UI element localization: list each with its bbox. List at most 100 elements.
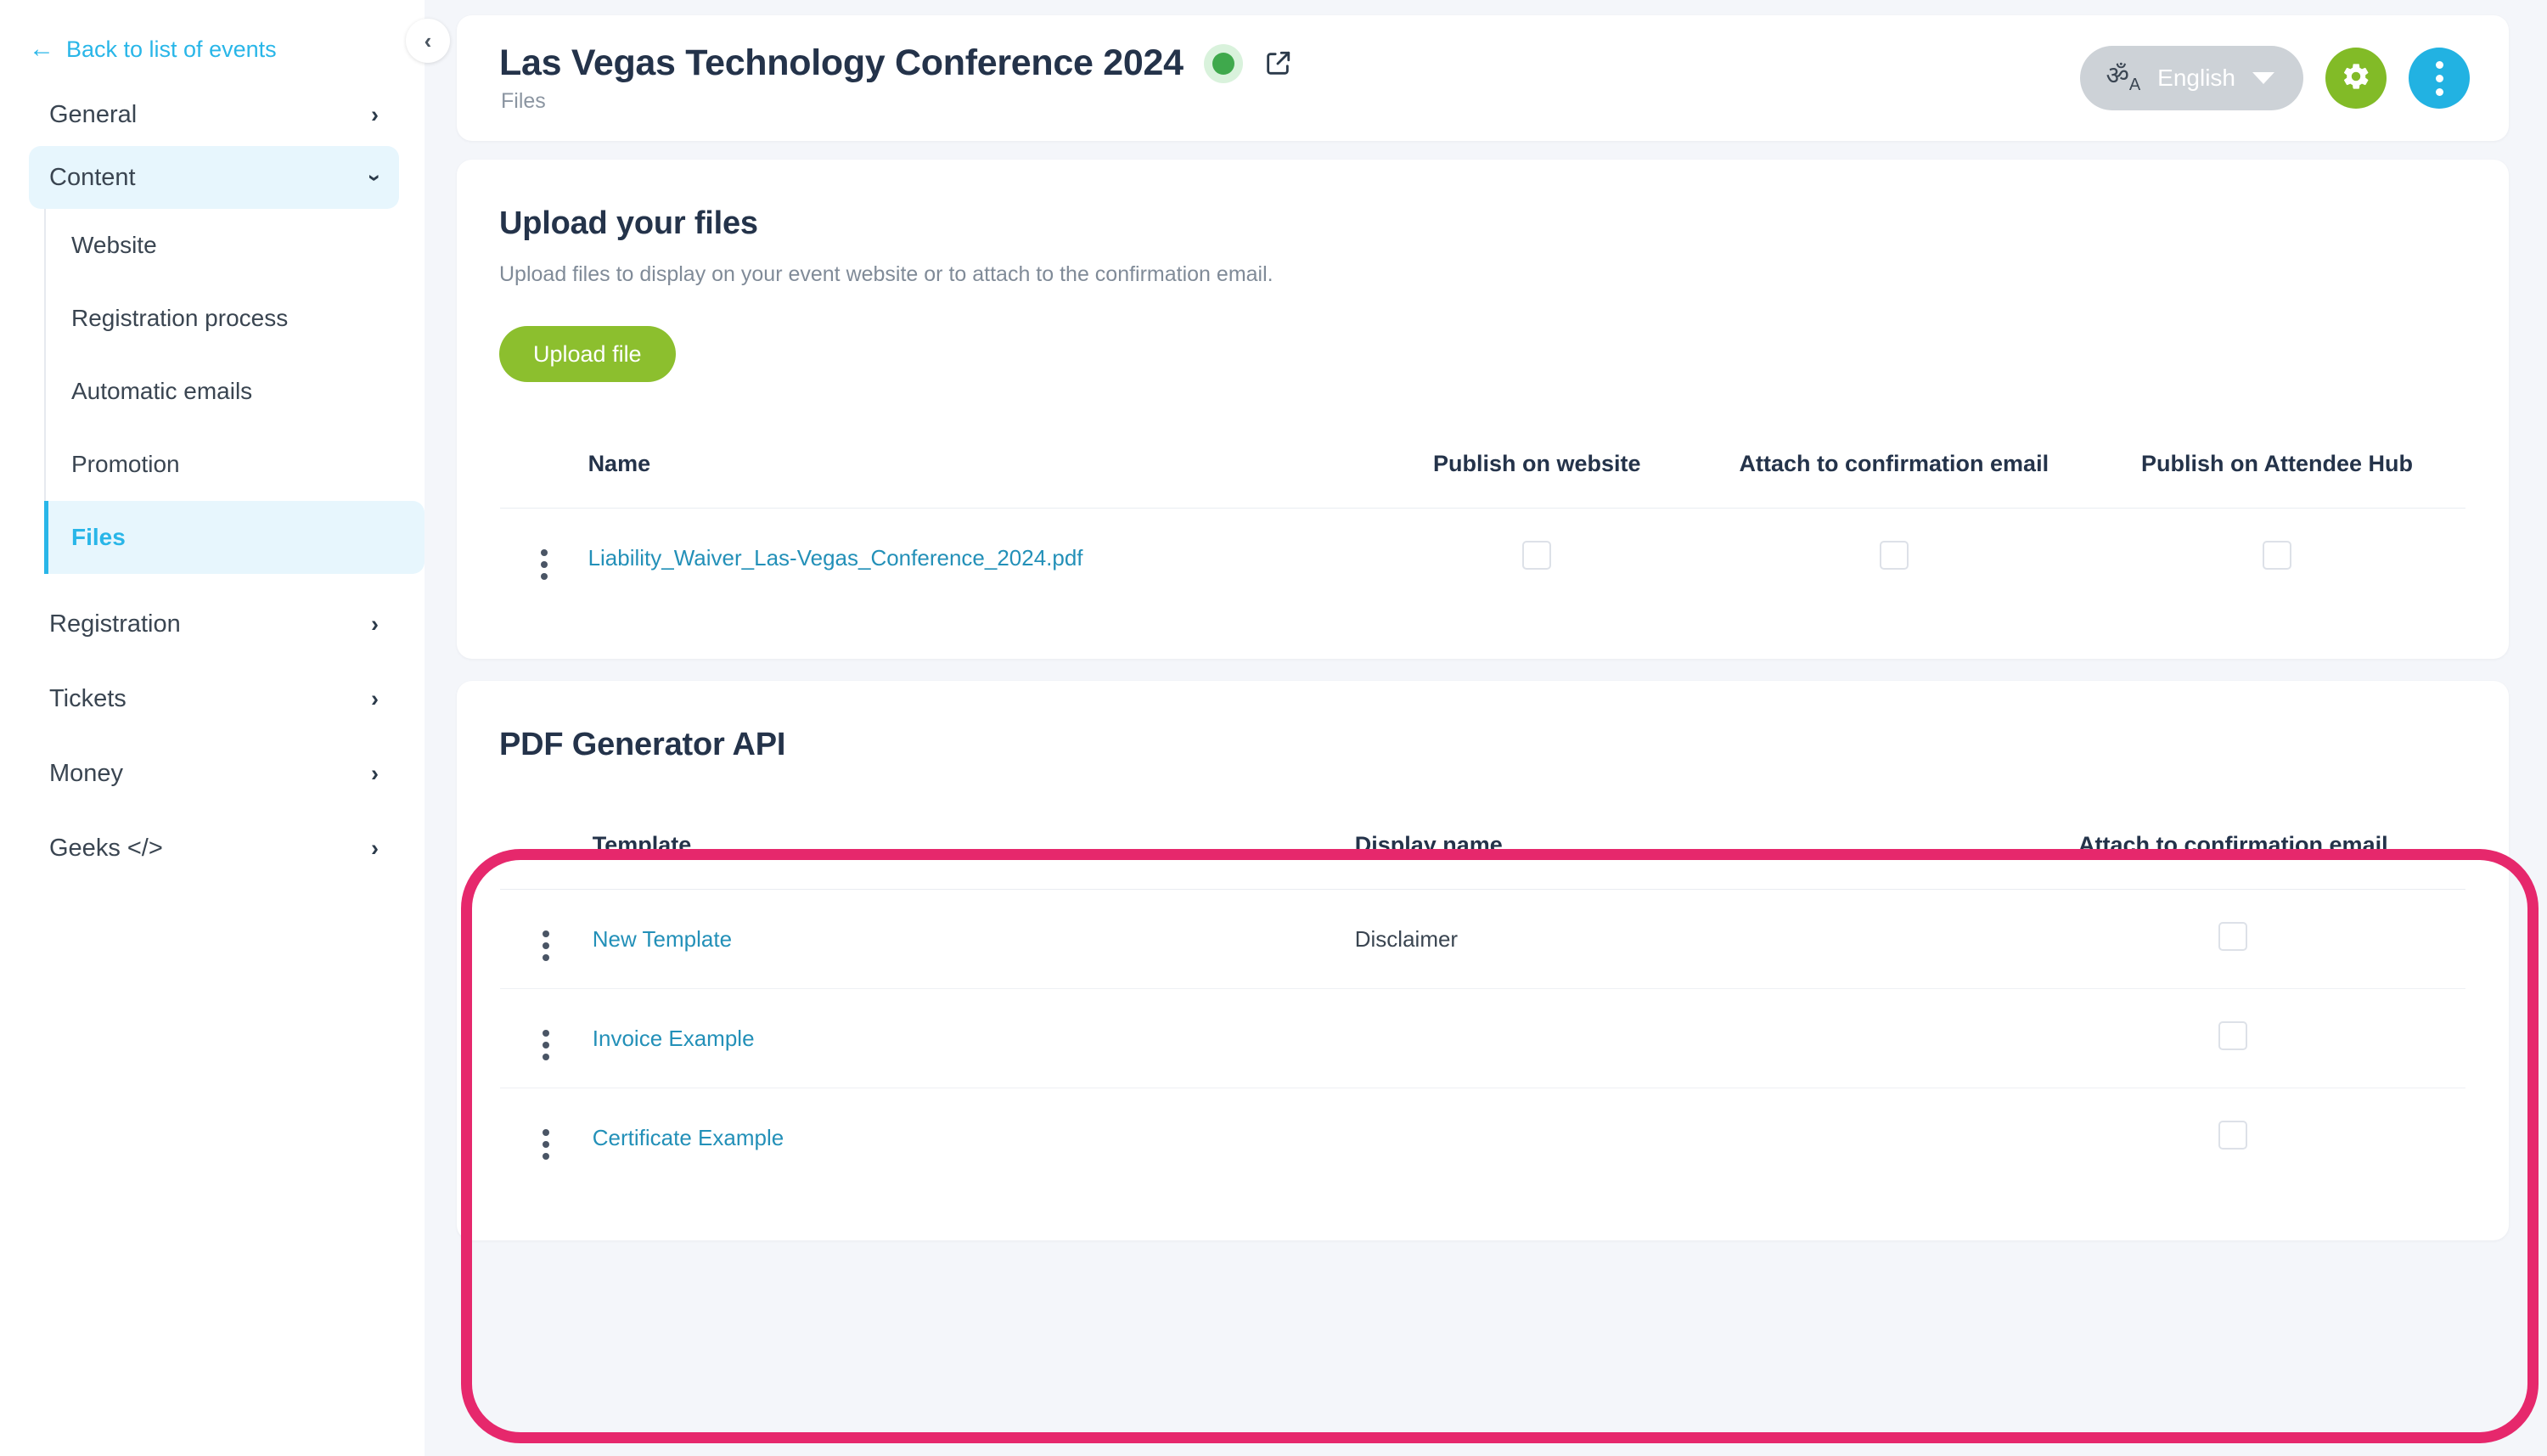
row-menu-icon[interactable] xyxy=(540,549,548,580)
pdf-col-attach-email: Attach to confirmation email xyxy=(2000,801,2465,890)
chevron-right-icon: › xyxy=(371,685,379,711)
sidebar-item-automatic-emails-label: Automatic emails xyxy=(71,378,253,404)
template-link[interactable]: Invoice Example xyxy=(593,1026,755,1051)
pdf-table-header-row: Template Display name Attach to confirma… xyxy=(500,801,2465,890)
files-col-attach-email: Attach to confirmation email xyxy=(1699,420,2089,509)
files-table: Name Publish on website Attach to confir… xyxy=(499,419,2466,608)
sidebar-item-files-label: Files xyxy=(71,524,126,550)
page-title-row: Las Vegas Technology Conference 2024 xyxy=(499,42,1292,84)
row-menu-icon[interactable] xyxy=(543,930,550,961)
language-selector[interactable]: ॐA English xyxy=(2080,46,2303,110)
page-header: Las Vegas Technology Conference 2024 Fil… xyxy=(457,15,2509,141)
pdf-generator-title: PDF Generator API xyxy=(499,727,786,762)
attach-to-confirmation-email-checkbox[interactable] xyxy=(2218,921,2248,951)
attach-to-confirmation-email-checkbox[interactable] xyxy=(1879,540,1909,570)
external-link-icon[interactable] xyxy=(1263,49,1292,78)
sidebar-item-promotion-label: Promotion xyxy=(71,451,180,477)
chevron-right-icon: › xyxy=(371,610,379,637)
back-to-events-link[interactable]: ← Back to list of events xyxy=(0,29,424,70)
upload-files-title: Upload your files xyxy=(499,205,758,241)
template-link[interactable]: Certificate Example xyxy=(593,1125,784,1150)
sidebar-item-website-label: Website xyxy=(71,232,157,258)
language-selector-label: English xyxy=(2157,65,2235,91)
sidebar-item-automatic-emails[interactable]: Automatic emails xyxy=(46,355,424,428)
kebab-menu-icon xyxy=(2435,60,2443,96)
translate-icon: ॐA xyxy=(2106,61,2141,94)
sidebar-item-tickets-label: Tickets xyxy=(49,684,127,712)
pdf-row-attach-email-cell xyxy=(2000,988,2465,1088)
pdf-row-template-cell: Invoice Example xyxy=(592,988,1355,1088)
pdf-table-head: Template Display name Attach to confirma… xyxy=(500,801,2465,890)
files-row-publish-website-cell xyxy=(1375,509,1700,608)
main-content: Las Vegas Technology Conference 2024 Fil… xyxy=(424,0,2547,1456)
app-root: ← Back to list of events General › Conte… xyxy=(0,0,2547,1456)
template-link[interactable]: New Template xyxy=(593,926,732,952)
table-row: Certificate Example xyxy=(500,1088,2465,1188)
files-row-menu-cell[interactable] xyxy=(500,509,588,608)
chevron-down-icon xyxy=(2252,72,2274,84)
chevron-down-icon: › xyxy=(363,173,388,182)
files-table-body: Liability_Waiver_Las-Vegas_Conference_20… xyxy=(500,509,2465,608)
attach-to-confirmation-email-checkbox[interactable] xyxy=(2218,1120,2248,1150)
files-table-head: Name Publish on website Attach to confir… xyxy=(500,420,2465,509)
sidebar-item-registration-process[interactable]: Registration process xyxy=(46,282,424,355)
files-row-attach-email-cell xyxy=(1700,509,2089,608)
page-header-actions: ॐA English xyxy=(2080,46,2470,110)
pdf-templates-table: Template Display name Attach to confirma… xyxy=(499,801,2466,1188)
sidebar-item-general[interactable]: General › xyxy=(29,83,399,146)
pdf-row-menu-cell[interactable] xyxy=(500,988,593,1088)
upload-files-section: Upload your files Upload files to displa… xyxy=(457,160,2509,659)
back-to-events-label: Back to list of events xyxy=(66,36,277,62)
files-col-actions xyxy=(500,420,588,509)
sidebar: ← Back to list of events General › Conte… xyxy=(0,0,450,1456)
pdf-col-template: Template xyxy=(592,801,1355,890)
pdf-table-body: New Template Disclaimer Invoice Example xyxy=(500,889,2465,1188)
upload-files-description: Upload files to display on your event we… xyxy=(499,262,1274,286)
breadcrumb: Files xyxy=(501,89,546,113)
pdf-generator-section: PDF Generator API Template Display name … xyxy=(457,681,2509,1240)
sidebar-subnav-content: Website Registration process Automatic e… xyxy=(44,209,424,574)
sidebar-item-website[interactable]: Website xyxy=(46,209,424,282)
pdf-row-template-cell: Certificate Example xyxy=(593,1088,1355,1188)
settings-button[interactable] xyxy=(2325,48,2387,109)
upload-file-button[interactable]: Upload file xyxy=(499,326,676,382)
sidebar-item-geeks[interactable]: Geeks </> › xyxy=(29,817,399,880)
table-row: Invoice Example xyxy=(500,988,2465,1088)
sidebar-item-registration[interactable]: Registration › xyxy=(29,593,399,655)
pdf-row-display-name-cell xyxy=(1355,1088,2001,1188)
table-row: Liability_Waiver_Las-Vegas_Conference_20… xyxy=(500,509,2465,608)
sidebar-item-money-label: Money xyxy=(49,759,124,787)
status-dot-green-icon xyxy=(1203,43,1243,83)
pdf-row-menu-cell[interactable] xyxy=(500,1088,593,1188)
publish-on-attendee-hub-checkbox[interactable] xyxy=(2262,540,2291,570)
sidebar-item-files[interactable]: Files xyxy=(44,501,424,574)
sidebar-collapse-button[interactable]: ‹ xyxy=(406,19,450,63)
sidebar-item-tickets[interactable]: Tickets › xyxy=(29,667,399,730)
chevron-right-icon: › xyxy=(371,835,379,861)
more-options-button[interactable] xyxy=(2409,48,2470,109)
file-name-link[interactable]: Liability_Waiver_Las-Vegas_Conference_20… xyxy=(588,545,1083,571)
row-menu-icon[interactable] xyxy=(543,1129,550,1160)
sidebar-item-content-label: Content xyxy=(49,163,136,191)
pdf-row-template-cell: New Template xyxy=(592,889,1355,989)
row-menu-icon[interactable] xyxy=(543,1030,550,1060)
sidebar-item-content[interactable]: Content › xyxy=(29,146,399,209)
arrow-left-icon: ← xyxy=(29,35,54,63)
pdf-row-display-name-cell xyxy=(1354,988,2001,1088)
publish-on-website-checkbox[interactable] xyxy=(1522,540,1552,570)
page-header-left: Las Vegas Technology Conference 2024 Fil… xyxy=(499,42,1292,114)
sidebar-item-geeks-label: Geeks </> xyxy=(49,834,163,862)
files-col-name: Name xyxy=(588,420,1375,509)
files-row-publish-hub-cell xyxy=(2089,509,2465,608)
table-row: New Template Disclaimer xyxy=(500,889,2465,989)
attach-to-confirmation-email-checkbox[interactable] xyxy=(2218,1020,2248,1050)
sidebar-item-promotion[interactable]: Promotion xyxy=(46,428,424,501)
pdf-col-display-name: Display name xyxy=(1354,801,2001,890)
sidebar-nav: General › Content › Website Registration… xyxy=(0,83,424,880)
pdf-row-menu-cell[interactable] xyxy=(500,889,593,989)
sidebar-item-money[interactable]: Money › xyxy=(29,742,399,805)
sidebar-item-registration-process-label: Registration process xyxy=(71,305,289,331)
gear-icon xyxy=(2341,61,2371,96)
chevron-left-icon: ‹ xyxy=(424,27,432,53)
pdf-col-actions xyxy=(500,801,593,890)
